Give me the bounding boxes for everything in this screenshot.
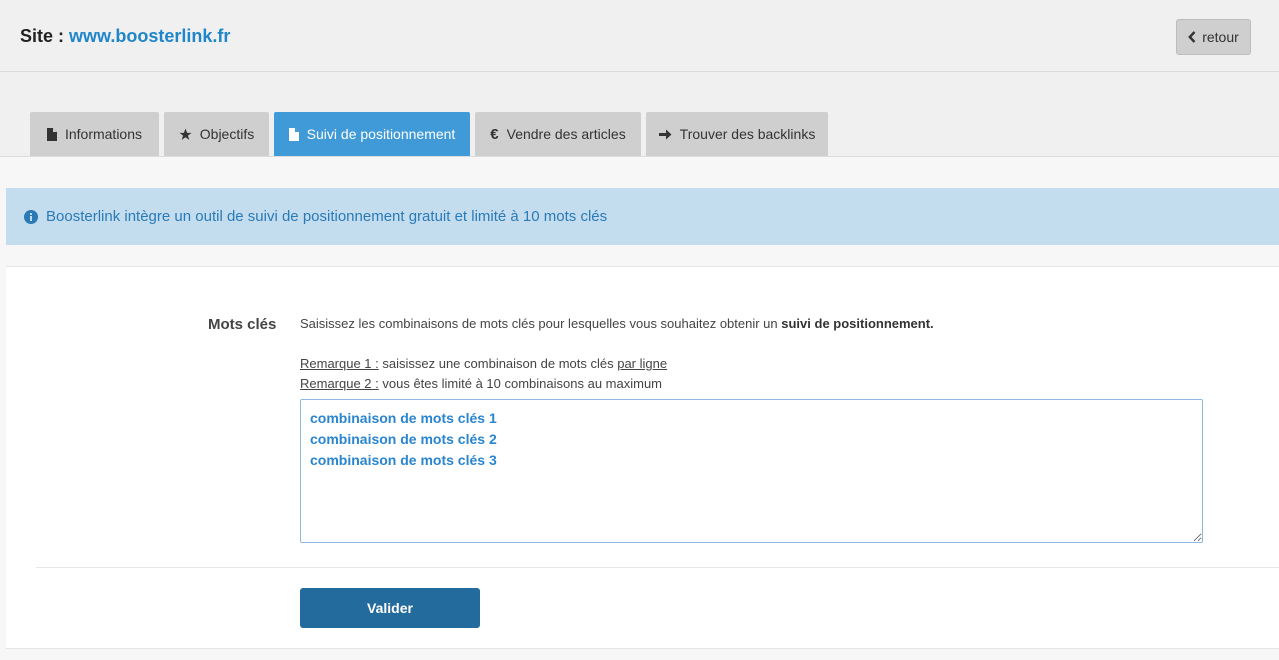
instructions-prefix: Saisissez les combinaisons de mots clés … [300,316,782,331]
chevron-left-icon [1188,31,1196,43]
tab-suivi-positionnement[interactable]: Suivi de positionnement [274,112,470,156]
site-title: Site : www.boosterlink.fr [20,26,230,47]
note-2-text: vous êtes limité à 10 combinaisons au ma… [378,376,662,391]
tab-label: Vendre des articles [506,126,626,142]
note-2-title: Remarque 2 : [300,376,379,391]
submit-button[interactable]: Valider [300,588,480,628]
site-url-link[interactable]: www.boosterlink.fr [69,26,230,46]
keywords-textarea[interactable] [300,399,1203,543]
header: Site : www.boosterlink.fr retour [0,0,1279,72]
note-1-title: Remarque 1 : [300,356,379,371]
site-label-prefix: Site : [20,26,70,46]
note-2: Remarque 2 : vous êtes limité à 10 combi… [300,376,662,391]
keywords-form-panel: Mots clés Saisissez les combinaisons de … [6,266,1279,649]
star-icon [179,128,192,140]
euro-icon: € [490,125,499,143]
info-banner-text: Boosterlink intègre un outil de suivi de… [46,208,608,225]
info-circle-icon [24,209,38,224]
arrow-right-icon [658,129,672,139]
note-1: Remarque 1 : saisissez une combinaison d… [300,356,667,371]
info-banner: Boosterlink intègre un outil de suivi de… [6,188,1279,245]
tab-label: Informations [64,126,143,142]
file-icon [46,127,57,141]
note-1-text: saisissez une combinaison de mots clés [378,356,618,371]
form-divider [36,567,1279,568]
instructions-bold: suivi de positionnement. [781,316,934,331]
back-button[interactable]: retour [1176,19,1251,55]
tab-informations[interactable]: Informations [30,112,159,156]
tab-vendre-articles[interactable]: € Vendre des articles [475,112,641,156]
tab-objectifs[interactable]: Objectifs [164,112,269,156]
instructions-text: Saisissez les combinaisons de mots clés … [300,316,934,331]
tab-label: Objectifs [199,126,255,142]
back-button-label: retour [1202,29,1239,45]
note-1-link: par ligne [617,356,668,371]
keywords-label: Mots clés [208,316,277,333]
tab-trouver-backlinks[interactable]: Trouver des backlinks [646,112,828,156]
file-icon [288,127,299,141]
tab-label: Trouver des backlinks [679,126,816,142]
tab-label: Suivi de positionnement [306,126,456,142]
tab-bar: Informations Objectifs Suivi de position… [0,72,1279,157]
